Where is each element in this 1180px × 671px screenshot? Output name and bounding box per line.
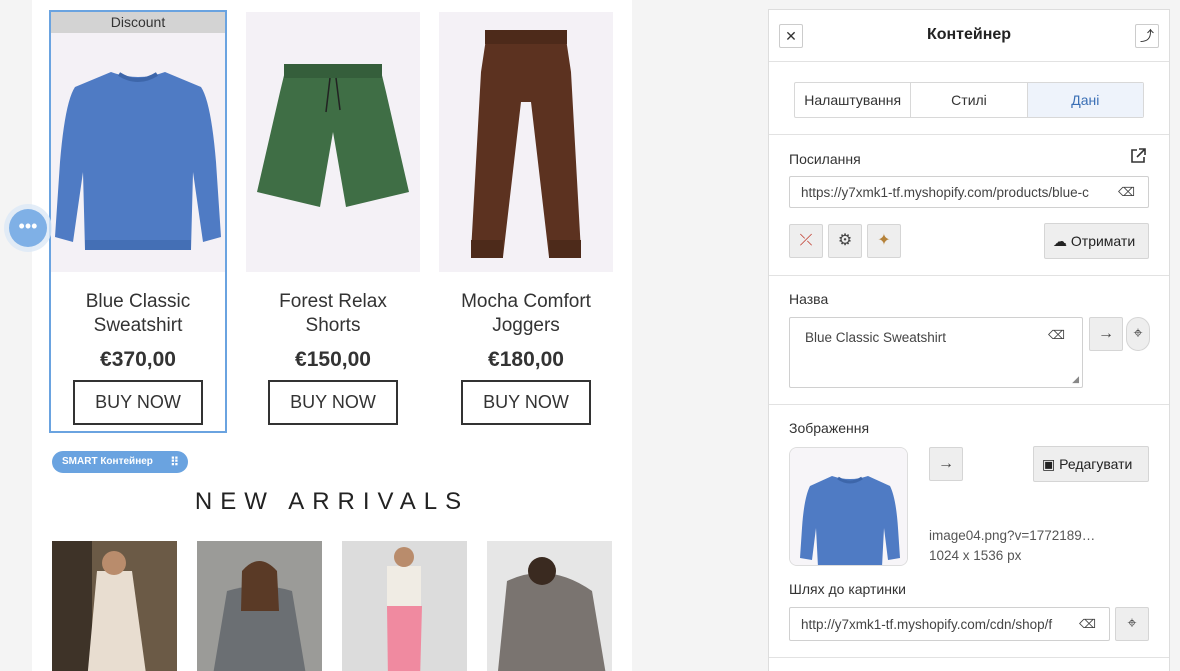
properties-panel: ✕ Контейнер ⤴ Налаштування Стилі Дані По… — [768, 9, 1170, 671]
link-value: https://y7xmk1-tf.myshopify.com/products… — [801, 185, 1089, 200]
image-path-value: http://y7xmk1-tf.myshopify.com/cdn/shop/… — [801, 617, 1053, 632]
image-thumbnail[interactable] — [789, 447, 908, 566]
discount-label: Discount — [51, 12, 225, 33]
panel-title: Контейнер — [926, 26, 1012, 43]
product-price: €180,00 — [488, 348, 564, 371]
panel-header: ✕ Контейнер ⤴ — [769, 10, 1169, 62]
product-image-shorts — [246, 12, 420, 272]
drag-handle-icon[interactable]: ⠿ — [170, 451, 180, 473]
image-filename: image04.png?v=1772189… — [929, 528, 1096, 543]
product-image-sweatshirt: Discount — [51, 12, 225, 272]
panel-tabs: Налаштування Стилі Дані — [794, 82, 1144, 118]
image-dimensions: 1024 x 1536 px — [929, 548, 1022, 563]
fetch-button-label: Отримати — [1070, 233, 1136, 249]
arrival-image-4[interactable] — [487, 541, 612, 671]
arrow-right-icon[interactable]: → — [1089, 317, 1123, 351]
tab-data[interactable]: Дані — [1027, 83, 1143, 117]
more-options-button[interactable]: ••• — [9, 209, 47, 247]
shorts-picture — [246, 12, 420, 272]
product-title-line1: Mocha Comfort — [461, 291, 591, 312]
product-image-joggers — [439, 12, 613, 272]
joggers-picture — [439, 12, 613, 272]
crosshair-icon[interactable]: ⌖ — [1126, 317, 1150, 351]
fetch-button[interactable]: ☁ Отримати — [1044, 223, 1149, 259]
tab-settings[interactable]: Налаштування — [795, 83, 912, 117]
buy-now-button[interactable]: BUY NOW — [73, 380, 203, 425]
image-path-label: Шлях до картинки — [789, 581, 906, 597]
product-title: Mocha Comfort Joggers — [439, 290, 613, 338]
gear-icon[interactable]: ⚙ — [828, 224, 862, 258]
buy-now-button[interactable]: BUY NOW — [268, 380, 398, 425]
edit-image-button[interactable]: ▣ Редагувати — [1033, 446, 1149, 482]
edit-image-button-label: Редагувати — [1059, 456, 1133, 472]
image-label: Зображення — [789, 420, 870, 436]
image-edit-icon: ▣ — [1042, 456, 1056, 472]
cloud-download-icon: ☁ — [1053, 233, 1067, 249]
name-textarea[interactable]: Blue Classic Sweatshirt ⌫ ◢ — [789, 317, 1083, 388]
product-title-line2: Joggers — [492, 315, 560, 336]
product-title-line1: Blue Classic — [85, 291, 191, 312]
link-input[interactable]: https://y7xmk1-tf.myshopify.com/products… — [789, 176, 1149, 208]
arrival-image-1[interactable] — [52, 541, 177, 671]
buy-now-button[interactable]: BUY NOW — [461, 380, 591, 425]
product-price: €150,00 — [295, 348, 371, 371]
sweatshirt-picture — [51, 12, 225, 272]
clear-icon[interactable]: ⌫ — [1118, 185, 1138, 199]
divider — [769, 134, 1169, 135]
external-link-icon[interactable] — [1129, 147, 1147, 170]
name-label: Назва — [789, 291, 829, 307]
crosshair-icon[interactable]: ⌖ — [1115, 607, 1149, 641]
product-card-sweatshirt[interactable]: Discount Blue Classic Sweatshirt €370,00… — [49, 10, 227, 433]
product-title: Blue Classic Sweatshirt — [51, 290, 225, 338]
image-path-input[interactable]: http://y7xmk1-tf.myshopify.com/cdn/shop/… — [789, 607, 1110, 641]
product-price: €370,00 — [100, 348, 176, 371]
section-heading: NEW ARRIVALS — [194, 488, 470, 515]
clear-icon[interactable]: ⌫ — [1079, 617, 1099, 631]
unlink-icon[interactable]: ⤫ — [789, 224, 823, 258]
arrow-right-icon[interactable]: → — [929, 447, 963, 481]
clear-icon[interactable]: ⌫ — [1048, 328, 1068, 342]
resize-handle-icon[interactable]: ◢ — [1072, 374, 1079, 385]
product-card-shorts[interactable]: Forest Relax Shorts €150,00 BUY NOW — [246, 12, 420, 425]
arrival-image-2[interactable] — [197, 541, 322, 671]
tab-styles[interactable]: Стилі — [911, 83, 1028, 117]
divider — [769, 657, 1169, 658]
divider — [769, 404, 1169, 405]
page-canvas: Discount Blue Classic Sweatshirt €370,00… — [32, 0, 632, 671]
magic-wand-icon[interactable]: ✦ — [867, 224, 901, 258]
product-title-line2: Sweatshirt — [93, 315, 183, 336]
arrival-image-3[interactable] — [342, 541, 467, 671]
product-title: Forest Relax Shorts — [246, 290, 420, 338]
smart-container-tag[interactable]: SMART Контейнер ⠿ — [52, 451, 188, 473]
smart-container-label: SMART Контейнер — [62, 456, 153, 467]
divider — [769, 275, 1169, 276]
product-title-line1: Forest Relax — [279, 291, 387, 312]
link-label: Посилання — [789, 151, 861, 167]
move-up-icon[interactable]: ⤴ — [1135, 24, 1159, 48]
product-title-line2: Shorts — [305, 315, 361, 336]
name-value: Blue Classic Sweatshirt — [805, 330, 947, 345]
product-card-joggers[interactable]: Mocha Comfort Joggers €180,00 BUY NOW — [439, 12, 613, 425]
